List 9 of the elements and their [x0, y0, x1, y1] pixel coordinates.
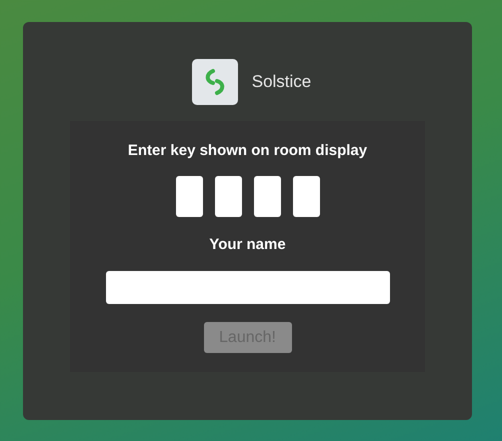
key-field[interactable]	[292, 176, 320, 217]
app-title: Solstice	[252, 72, 312, 92]
key-prompt: Enter key shown on room display	[128, 141, 368, 161]
name-field[interactable]	[106, 271, 390, 304]
name-label: Your name	[209, 235, 286, 255]
key-field[interactable]	[254, 176, 280, 217]
key-field[interactable]	[176, 176, 202, 217]
key-field[interactable]	[214, 176, 242, 217]
logo-icon	[192, 59, 238, 105]
